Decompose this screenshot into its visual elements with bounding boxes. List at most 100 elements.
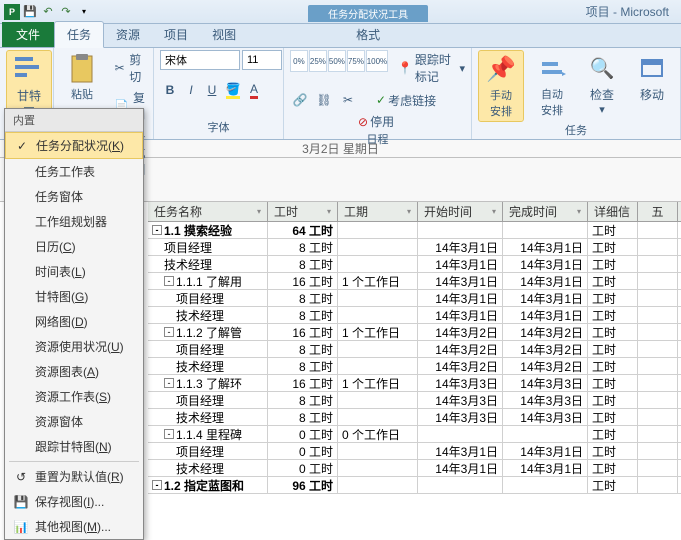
table-row[interactable]: 项目经理8 工时14年3月2日14年3月2日工时: [148, 341, 681, 358]
outline-toggle[interactable]: -: [152, 480, 162, 490]
cell-duration: 1 个工作日: [338, 375, 418, 391]
link-tasks-button[interactable]: 🔗: [290, 90, 310, 110]
menu-item[interactable]: 📊其他视图(M)...: [5, 514, 143, 539]
cell-day: [638, 460, 678, 476]
col-duration[interactable]: 工期▾: [338, 202, 418, 221]
task-grid[interactable]: 任务名称▾ 工时▾ 工期▾ 开始时间▾ 完成时间▾ 详细信 五 -1.1 摸索经…: [148, 202, 681, 494]
font-color-button[interactable]: A: [244, 80, 264, 100]
table-row[interactable]: -1.1.1 了解用16 工时1 个工作日14年3月1日14年3月1日工时: [148, 273, 681, 290]
menu-item[interactable]: 甘特图(G): [5, 284, 143, 309]
menu-item[interactable]: 日历(C): [5, 234, 143, 259]
table-row[interactable]: 技术经理8 工时14年3月1日14年3月1日工时: [148, 307, 681, 324]
pct-0-button[interactable]: 0%: [290, 50, 308, 72]
tab-resource[interactable]: 资源: [104, 22, 152, 47]
track-marker-button[interactable]: 📍跟踪时标记 ▾: [398, 50, 465, 86]
menu-item[interactable]: 资源使用状况(U): [5, 334, 143, 359]
pct-25-button[interactable]: 25%: [309, 50, 327, 72]
outline-toggle[interactable]: -: [164, 276, 174, 286]
menu-item[interactable]: ↺重置为默认值(R): [5, 464, 143, 489]
table-row[interactable]: 项目经理0 工时14年3月1日14年3月1日工时: [148, 443, 681, 460]
menu-item[interactable]: 💾保存视图(I)...: [5, 489, 143, 514]
col-start[interactable]: 开始时间▾: [418, 202, 503, 221]
table-row[interactable]: -1.1.4 里程碑0 工时0 个工作日工时: [148, 426, 681, 443]
col-day[interactable]: 五: [638, 202, 678, 221]
table-row[interactable]: -1.1.3 了解环16 工时1 个工作日14年3月3日14年3月3日工时: [148, 375, 681, 392]
outline-toggle[interactable]: -: [152, 225, 162, 235]
bold-button[interactable]: B: [160, 80, 180, 100]
tab-project[interactable]: 项目: [152, 22, 200, 47]
check-icon: [11, 189, 31, 205]
menu-item[interactable]: ✓任务分配状况(K): [5, 132, 143, 159]
pct-100-button[interactable]: 100%: [366, 50, 388, 72]
ribbon-group-schedule: 0% 25% 50% 75% 100% 📍跟踪时标记 ▾ 🔗 ⛓ ✂ ✓考虑链接…: [284, 48, 472, 139]
table-row[interactable]: 技术经理8 工时14年3月1日14年3月1日工时: [148, 256, 681, 273]
table-row[interactable]: 项目经理8 工时14年3月1日14年3月1日工时: [148, 239, 681, 256]
inspect-label: 检查: [590, 88, 614, 102]
menu-item[interactable]: 任务窗体: [5, 184, 143, 209]
paste-label: 粘贴: [71, 86, 93, 102]
cell-day: [638, 273, 678, 289]
font-size-combo[interactable]: [242, 50, 282, 70]
tasks-group-label: 任务: [478, 122, 674, 140]
outline-toggle[interactable]: -: [164, 327, 174, 337]
table-row[interactable]: -1.1.2 了解管16 工时1 个工作日14年3月2日14年3月2日工时: [148, 324, 681, 341]
cut-button[interactable]: ✂剪切: [110, 50, 150, 86]
outline-toggle[interactable]: -: [164, 378, 174, 388]
menu-item-label: 时间表(L): [35, 263, 86, 280]
undo-icon[interactable]: ↶: [40, 4, 56, 20]
pct-50-button[interactable]: 50%: [328, 50, 346, 72]
file-tab[interactable]: 文件: [2, 22, 54, 47]
cell-duration: [338, 307, 418, 323]
timeline-date: 3月2日 星期日: [302, 140, 379, 157]
menu-item[interactable]: 工作组规划器: [5, 209, 143, 234]
menu-section-header: 内置: [5, 109, 143, 132]
paste-button[interactable]: 粘贴: [60, 50, 104, 104]
menu-item[interactable]: 网络图(D): [5, 309, 143, 334]
marker-icon: 📍: [398, 61, 413, 75]
split-task-button[interactable]: ✂: [338, 90, 358, 110]
font-name-combo[interactable]: [160, 50, 240, 70]
unlink-tasks-button[interactable]: ⛓: [314, 90, 334, 110]
tab-format[interactable]: 格式: [344, 22, 392, 47]
table-row[interactable]: -1.1 摸索经验64 工时工时: [148, 222, 681, 239]
table-row[interactable]: 技术经理8 工时14年3月3日14年3月3日工时: [148, 409, 681, 426]
outline-toggle[interactable]: -: [164, 429, 174, 439]
save-icon[interactable]: 💾: [22, 4, 38, 20]
col-details[interactable]: 详细信: [588, 202, 638, 221]
table-row[interactable]: 技术经理8 工时14年3月2日14年3月2日工时: [148, 358, 681, 375]
cell-duration: [338, 239, 418, 255]
auto-schedule-button[interactable]: 自动安排: [530, 50, 574, 120]
col-work[interactable]: 工时▾: [268, 202, 338, 221]
menu-item[interactable]: 跟踪甘特图(N): [5, 434, 143, 459]
cell-day: [638, 290, 678, 306]
tab-task[interactable]: 任务: [54, 21, 104, 48]
inspect-button[interactable]: 🔍 检查▾: [580, 50, 624, 118]
fill-color-button[interactable]: 🪣: [223, 80, 243, 100]
deactivate-button[interactable]: ⊘停用: [358, 112, 394, 131]
menu-item[interactable]: 资源工作表(S): [5, 384, 143, 409]
cell-duration: 1 个工作日: [338, 324, 418, 340]
cell-start: 14年3月1日: [418, 239, 503, 255]
manual-schedule-button[interactable]: 📌 手动安排: [478, 50, 524, 122]
table-row[interactable]: -1.2 指定蓝图和96 工时工时: [148, 477, 681, 494]
grid-header: 任务名称▾ 工时▾ 工期▾ 开始时间▾ 完成时间▾ 详细信 五: [148, 202, 681, 222]
col-end[interactable]: 完成时间▾: [503, 202, 588, 221]
italic-button[interactable]: I: [181, 80, 201, 100]
menu-item[interactable]: 资源图表(A): [5, 359, 143, 384]
check-icon: [11, 339, 31, 355]
redo-icon[interactable]: ↷: [58, 4, 74, 20]
table-row[interactable]: 项目经理8 工时14年3月3日14年3月3日工时: [148, 392, 681, 409]
pct-75-button[interactable]: 75%: [347, 50, 365, 72]
table-row[interactable]: 项目经理8 工时14年3月1日14年3月1日工时: [148, 290, 681, 307]
cell-work: 0 工时: [268, 443, 338, 459]
tab-view[interactable]: 视图: [200, 22, 248, 47]
respect-links-button[interactable]: ✓考虑链接: [376, 90, 436, 110]
col-task-name[interactable]: 任务名称▾: [148, 202, 268, 221]
menu-item[interactable]: 时间表(L): [5, 259, 143, 284]
qat-dropdown-icon[interactable]: ▾: [76, 4, 92, 20]
menu-item[interactable]: 任务工作表: [5, 159, 143, 184]
table-row[interactable]: 技术经理0 工时14年3月1日14年3月1日工时: [148, 460, 681, 477]
move-button[interactable]: 移动: [630, 50, 674, 105]
underline-button[interactable]: U: [202, 80, 222, 100]
menu-item[interactable]: 资源窗体: [5, 409, 143, 434]
